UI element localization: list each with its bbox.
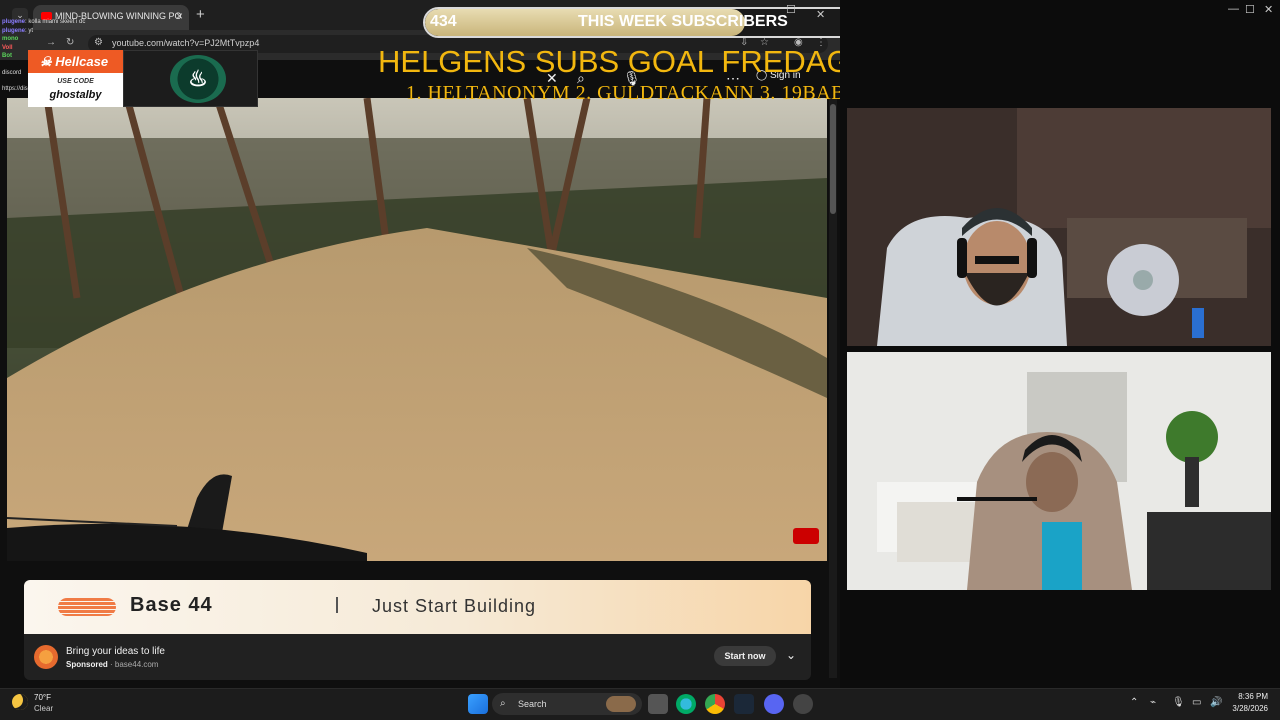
webcam-streamer-one: [847, 108, 1271, 346]
hellcase-logo: ☠ Hellcase: [28, 50, 123, 73]
obs-icon[interactable]: [793, 694, 813, 714]
start-now-button[interactable]: Start now: [714, 646, 776, 666]
scrollbar-thumb[interactable]: [830, 104, 836, 214]
webcam-two-image: [847, 352, 1271, 590]
network-icon[interactable]: ⌁: [1150, 697, 1156, 708]
new-tab-button[interactable]: +: [196, 6, 205, 23]
taskbar-clock[interactable]: 8:36 PM: [1226, 692, 1268, 701]
ad-brand: Base 44: [130, 594, 213, 616]
taskbar-search-label: Search: [518, 699, 547, 709]
microphone-tray-icon[interactable]: 🎙: [1172, 697, 1185, 708]
windows-start-icon[interactable]: [468, 694, 488, 714]
sponsored-label: Sponsored: [66, 660, 108, 669]
flame-icon: ☠: [40, 54, 56, 69]
weather-condition[interactable]: Clear: [34, 704, 53, 713]
search-highlight-icon[interactable]: [606, 696, 636, 712]
maximize-icon[interactable]: ☐: [1245, 3, 1255, 16]
weather-temperature[interactable]: 70°F: [34, 693, 51, 702]
task-view-icon[interactable]: [648, 694, 668, 714]
chevron-up-icon[interactable]: ⌃: [1130, 697, 1138, 708]
maximize-overlay-icon[interactable]: ☐: [786, 3, 796, 16]
close-overlay-icon[interactable]: ✕: [816, 8, 825, 21]
chevron-down-icon[interactable]: ⌄: [786, 648, 796, 662]
close-tab-icon[interactable]: ×: [176, 9, 183, 23]
moon-icon[interactable]: [12, 694, 28, 710]
ad-domain: base44.com: [114, 660, 159, 669]
ad-sponsored-line: Sponsored · base44.com: [66, 660, 159, 669]
webcam-one-image: [847, 108, 1271, 346]
ad-info-bar: [24, 634, 811, 680]
ad-separator: [336, 597, 338, 613]
chrome-icon[interactable]: [705, 694, 725, 714]
volume-icon[interactable]: 🔊: [1210, 697, 1222, 708]
subscriber-goal-label: THIS WEEK SUBSCRIBERS: [578, 13, 788, 30]
video-player[interactable]: [7, 98, 827, 561]
chat-line: mono: [2, 36, 19, 42]
hellcase-badge-icon: ♨: [170, 55, 226, 103]
video-frame: [7, 98, 827, 561]
steam-icon[interactable]: [734, 694, 754, 714]
ad-tagline: Just Start Building: [372, 596, 537, 616]
base44-logo: [58, 598, 116, 616]
minimize-icon[interactable]: —: [1228, 3, 1239, 15]
use-code-label: USE CODE: [57, 78, 94, 85]
ad-title[interactable]: Bring your ideas to life: [66, 646, 165, 657]
chat-line: plugene: yt: [2, 27, 34, 34]
discord-icon[interactable]: [764, 694, 784, 714]
page-scrollbar[interactable]: [829, 98, 837, 678]
webcam-streamer-two: [847, 352, 1271, 590]
search-icon: ⌕: [500, 698, 506, 709]
edge-icon[interactable]: [676, 694, 696, 714]
sponsor-code: ghostalby: [49, 89, 102, 101]
chat-line: plugene: kolla miami skeet i dc: [2, 19, 86, 25]
display-icon[interactable]: ▭: [1192, 697, 1201, 708]
subscriber-count: 434: [430, 13, 457, 30]
close-window-icon[interactable]: ✕: [1264, 3, 1273, 16]
taskbar-date[interactable]: 3/28/2026: [1224, 704, 1268, 713]
advertiser-avatar[interactable]: [34, 645, 58, 669]
